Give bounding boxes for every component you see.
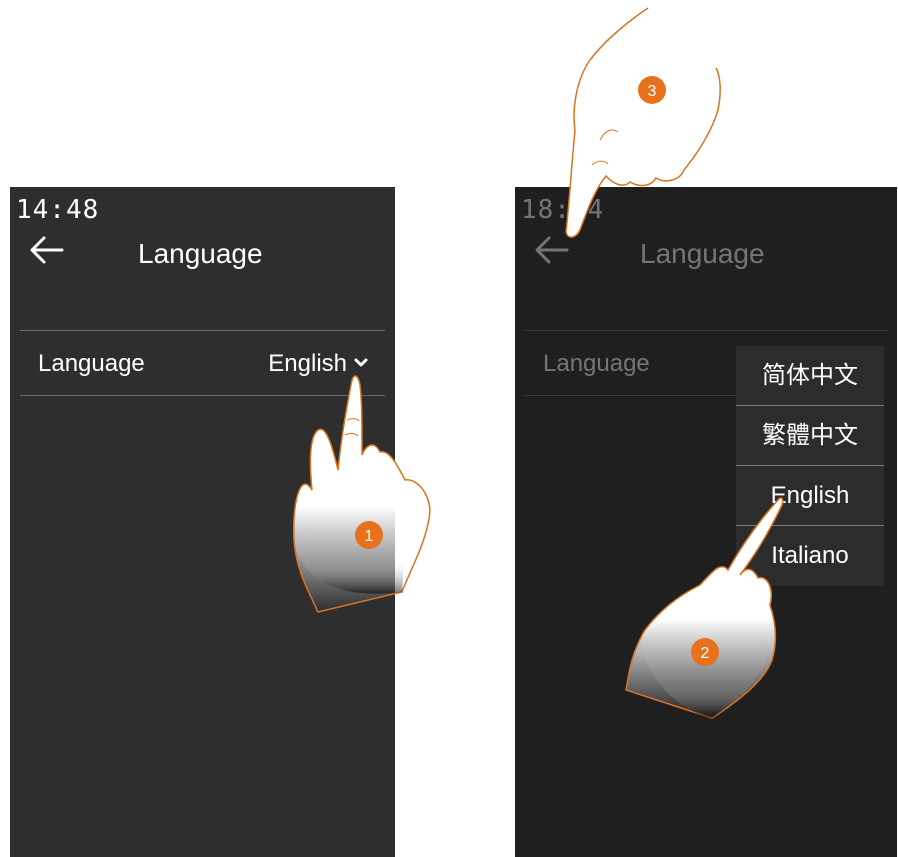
- language-screen-step1: 14:48 Language Language English: [10, 187, 395, 857]
- menu-item-english[interactable]: English: [736, 466, 884, 526]
- divider: [525, 330, 887, 331]
- divider: [20, 330, 385, 331]
- page-title: Language: [640, 238, 765, 269]
- menu-item-traditional-chinese[interactable]: 繁體中文: [736, 406, 884, 466]
- page-title: Language: [138, 238, 263, 269]
- step-badge-3: [638, 76, 666, 104]
- arrow-left-icon[interactable]: [28, 235, 64, 265]
- step-number-3: 3: [648, 83, 657, 100]
- divider: [20, 395, 385, 396]
- language-setting-label: Language: [543, 350, 650, 377]
- language-screen-step2: 18:24 Language Language 简体中文 繁體中文 Englis…: [515, 187, 897, 857]
- arrow-left-icon[interactable]: [533, 235, 569, 265]
- chevron-down-icon[interactable]: [353, 355, 369, 371]
- status-time: 14:48: [16, 195, 100, 225]
- language-select-value[interactable]: English: [268, 350, 347, 378]
- divider: [525, 395, 737, 396]
- language-setting-label: Language: [38, 350, 145, 377]
- menu-item-italiano[interactable]: Italiano: [736, 526, 884, 586]
- menu-item-simplified-chinese[interactable]: 简体中文: [736, 346, 884, 406]
- language-dropdown-menu: 简体中文 繁體中文 English Italiano: [736, 346, 884, 586]
- status-time: 18:24: [521, 195, 605, 225]
